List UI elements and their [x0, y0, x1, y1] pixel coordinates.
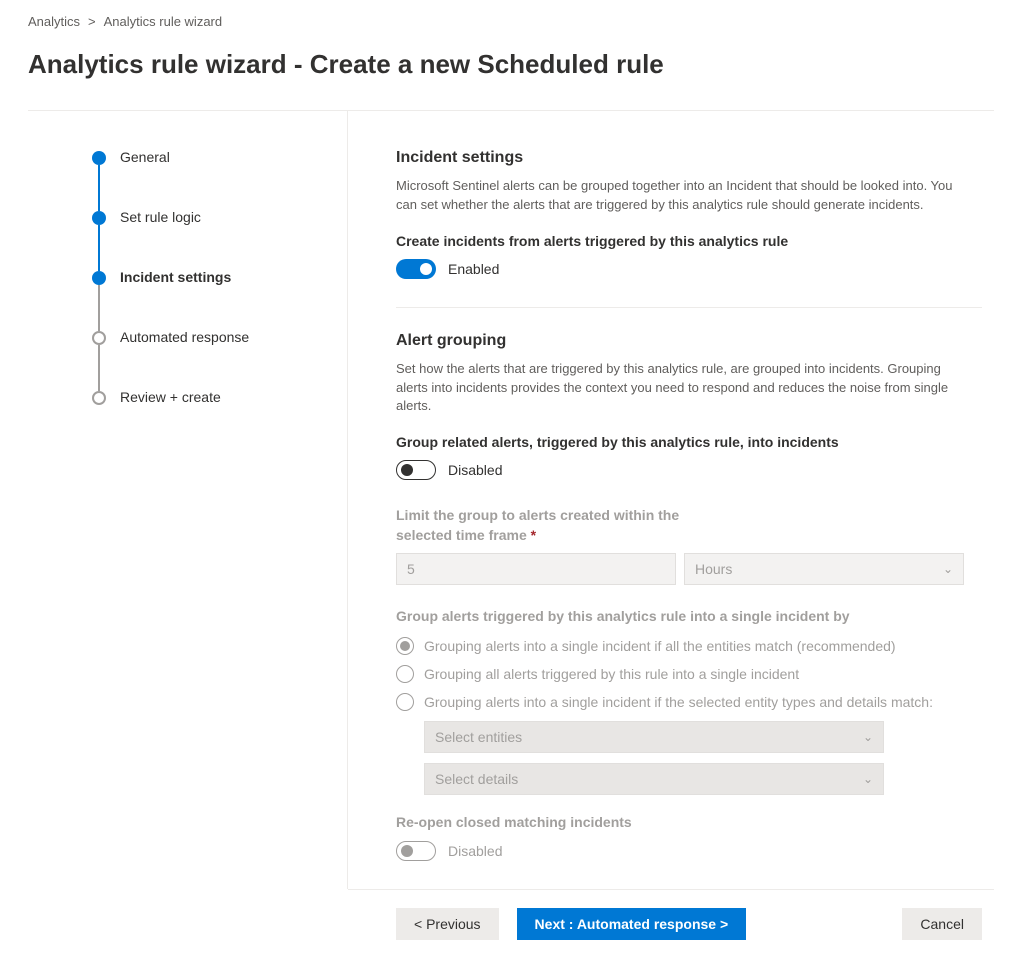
chevron-down-icon: ⌄ — [943, 562, 953, 576]
step-incident-settings[interactable]: Incident settings — [92, 269, 327, 329]
step-dot-icon — [92, 331, 106, 345]
select-details-placeholder: Select details — [435, 771, 518, 787]
step-dot-icon — [92, 211, 106, 225]
step-automated-response[interactable]: Automated response — [92, 329, 327, 389]
radio-option-entities-match[interactable]: Grouping alerts into a single incident i… — [396, 637, 982, 655]
alert-grouping-desc: Set how the alerts that are triggered by… — [396, 360, 956, 417]
step-connector — [98, 285, 100, 331]
alert-grouping-title: Alert grouping — [396, 332, 982, 350]
step-review-create[interactable]: Review + create — [92, 389, 327, 405]
wizard-footer: < Previous Next : Automated response > C… — [348, 889, 994, 940]
step-set-rule-logic[interactable]: Set rule logic — [92, 209, 327, 269]
radio-icon — [396, 693, 414, 711]
radio-label: Grouping alerts into a single incident i… — [424, 694, 933, 710]
toggle-thumb-icon — [420, 263, 432, 275]
toggle-thumb-icon — [401, 845, 413, 857]
incident-settings-title: Incident settings — [396, 149, 982, 167]
select-details-dropdown[interactable]: Select details ⌄ — [424, 763, 884, 795]
limit-label-line2: selected time frame — [396, 527, 527, 543]
step-label: General — [120, 149, 170, 165]
step-label: Review + create — [120, 389, 221, 405]
step-general[interactable]: General — [92, 149, 327, 209]
incident-settings-desc: Microsoft Sentinel alerts can be grouped… — [396, 177, 956, 215]
step-label: Automated response — [120, 329, 249, 345]
step-dot-icon — [92, 391, 106, 405]
radio-icon — [396, 665, 414, 683]
reopen-toggle[interactable] — [396, 841, 436, 861]
create-incidents-toggle[interactable] — [396, 259, 436, 279]
main-content: Incident settings Microsoft Sentinel ale… — [348, 111, 994, 889]
section-divider — [396, 307, 982, 308]
radio-label: Grouping all alerts triggered by this ru… — [424, 666, 799, 682]
chevron-right-icon: > — [88, 14, 96, 29]
group-related-state: Disabled — [448, 462, 502, 478]
step-dot-icon — [92, 151, 106, 165]
toggle-thumb-icon — [401, 464, 413, 476]
step-dot-icon — [92, 271, 106, 285]
step-label: Incident settings — [120, 269, 231, 285]
create-incidents-state: Enabled — [448, 261, 499, 277]
group-related-label: Group related alerts, triggered by this … — [396, 434, 982, 450]
radio-label: Grouping alerts into a single incident i… — [424, 638, 896, 654]
required-asterisk: * — [531, 527, 536, 543]
breadcrumb: Analytics > Analytics rule wizard — [28, 14, 994, 29]
wizard-steps-sidebar: General Set rule logic Incident settings… — [28, 111, 348, 889]
select-entities-dropdown[interactable]: Select entities ⌄ — [424, 721, 884, 753]
step-connector — [98, 165, 100, 211]
chevron-down-icon: ⌄ — [863, 730, 873, 744]
step-connector — [98, 345, 100, 391]
limit-label-line1: Limit the group to alerts created within… — [396, 507, 679, 523]
chevron-down-icon: ⌄ — [863, 772, 873, 786]
next-button[interactable]: Next : Automated response > — [517, 908, 747, 940]
previous-button[interactable]: < Previous — [396, 908, 499, 940]
limit-timeframe-label: Limit the group to alerts created within… — [396, 506, 982, 545]
step-connector — [98, 225, 100, 271]
reopen-state: Disabled — [448, 843, 502, 859]
page-title: Analytics rule wizard - Create a new Sch… — [28, 49, 994, 80]
create-incidents-label: Create incidents from alerts triggered b… — [396, 233, 982, 249]
radio-option-selected-match[interactable]: Grouping alerts into a single incident i… — [396, 693, 982, 711]
timeframe-value-input[interactable] — [396, 553, 676, 585]
select-entities-placeholder: Select entities — [435, 729, 522, 745]
breadcrumb-root[interactable]: Analytics — [28, 14, 80, 29]
timeframe-unit-value: Hours — [695, 561, 732, 577]
group-by-label: Group alerts triggered by this analytics… — [396, 607, 982, 627]
group-related-toggle[interactable] — [396, 460, 436, 480]
step-label: Set rule logic — [120, 209, 201, 225]
cancel-button[interactable]: Cancel — [902, 908, 982, 940]
breadcrumb-current: Analytics rule wizard — [104, 14, 223, 29]
radio-icon — [396, 637, 414, 655]
radio-option-all-alerts[interactable]: Grouping all alerts triggered by this ru… — [396, 665, 982, 683]
timeframe-unit-select[interactable]: Hours ⌄ — [684, 553, 964, 585]
reopen-label: Re-open closed matching incidents — [396, 813, 982, 833]
